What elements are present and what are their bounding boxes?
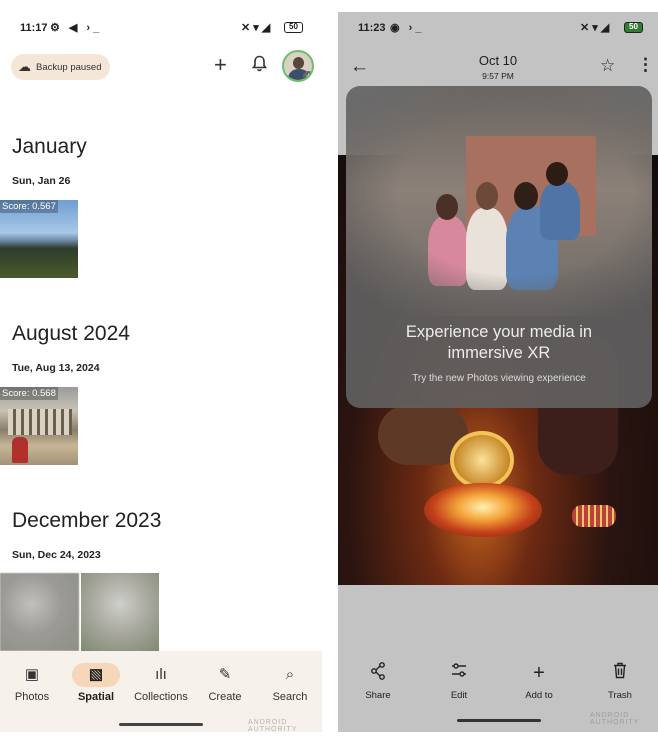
nav-photos-label: Photos [14, 691, 50, 703]
edit-label: Edit [450, 690, 468, 701]
backup-status-label: Backup paused [36, 61, 102, 73]
bangles [572, 505, 616, 527]
edit-button[interactable]: Edit [429, 662, 489, 701]
photo-thumbnail[interactable] [0, 573, 79, 651]
photo-thumbnail[interactable] [81, 573, 159, 651]
cloud-icon: ☁ [18, 59, 31, 74]
trash-button[interactable]: Trash [590, 662, 650, 701]
status-signal-icons: ✕▾◢ [241, 21, 273, 34]
battery-icon: 50 [284, 21, 303, 33]
section-date-january: Sun, Jan 26 [12, 175, 71, 187]
gesture-home-bar[interactable] [457, 719, 541, 722]
status-notification-icons: ◉ ›_ [390, 22, 425, 34]
nav-create-label: Create [208, 691, 242, 703]
share-button[interactable]: Share [348, 662, 408, 701]
nav-search[interactable]: ⌕ Search [258, 663, 322, 703]
status-time: 11:23 [358, 22, 386, 34]
add-to-button[interactable]: + Add to [509, 662, 569, 701]
section-title-august-2024: August 2024 [12, 322, 130, 345]
xr-promo-image [346, 86, 652, 316]
xr-promo-title-line2: immersive XR [447, 344, 551, 362]
status-time: 11:17 [20, 22, 48, 34]
right-phone-screen: 11:23 ◉ ›_ ✕▾◢ 50 ← Oct 10 9:57 PM ☆ ⋮ E… [338, 12, 658, 732]
section-date-december-2023: Sun, Dec 24, 2023 [12, 549, 101, 561]
nav-create[interactable]: ✎ Create [193, 663, 257, 703]
photo-score-label: Score: 0.568 [0, 387, 58, 400]
brush-icon: ✎ [218, 666, 232, 683]
account-avatar[interactable]: + [282, 50, 314, 82]
left-phone-screen: 11:17 ⚙ ◀ ›_ ✕▾◢ 50 ☁ Backup paused + + … [0, 8, 322, 732]
xr-promo-title: Experience your media in immersive XR [346, 322, 652, 364]
plus-icon[interactable]: + [214, 52, 227, 78]
battery-icon: 50 [624, 21, 643, 33]
share-label: Share [365, 690, 391, 701]
plus-icon: + [533, 662, 545, 684]
share-icon [348, 662, 408, 684]
section-date-august-2024: Tue, Aug 13, 2024 [12, 362, 100, 374]
avatar-badge-icon: + [303, 71, 312, 80]
photo-viewer-header: ← Oct 10 9:57 PM ☆ ⋮ [338, 50, 658, 90]
battery-wrap: 50 [284, 21, 303, 33]
status-notification-icons: ⚙ ◀ ›_ [50, 22, 103, 34]
photo-icon: ▣ [24, 666, 40, 683]
bell-icon[interactable] [251, 55, 268, 77]
photo-thumbnail[interactable]: Score: 0.568 [0, 387, 78, 465]
nav-photos[interactable]: ▣ Photos [0, 663, 64, 703]
wifi-icon: ▾ [592, 22, 601, 34]
section-title-january: January [12, 135, 87, 158]
wifi-icon: ▾ [253, 22, 262, 34]
gesture-home-bar[interactable] [119, 723, 203, 726]
star-icon[interactable]: ☆ [600, 56, 615, 76]
watermark: ANDROID AUTHORITY [248, 719, 298, 732]
top-app-bar: ☁ Backup paused + + [0, 50, 322, 88]
search-icon: ⌕ [285, 666, 295, 683]
mute-icon: ✕ [580, 22, 593, 34]
signal-icon: ◢ [261, 22, 274, 34]
nav-spatial-label: Spatial [77, 691, 115, 703]
nav-spatial[interactable]: ▧ Spatial [64, 663, 128, 703]
xr-promo-subtitle: Try the new Photos viewing experience [412, 373, 586, 384]
backup-status-chip[interactable]: ☁ Backup paused [11, 54, 110, 80]
bottom-navigation: ▣ Photos ▧ Spatial ılı Collections ✎ Cre… [0, 651, 322, 732]
spatial-icon: ▧ [72, 663, 120, 687]
edit-icon [429, 662, 489, 684]
nav-search-label: Search [272, 691, 308, 703]
trash-label: Trash [608, 690, 632, 701]
signal-icon: ◢ [600, 22, 613, 34]
photo-action-toolbar: Share Edit + Add to Trash [338, 662, 658, 712]
diya-lamp [450, 431, 514, 489]
collections-icon: ılı [155, 666, 167, 683]
battery-wrap: 50 [624, 21, 643, 33]
section-title-december-2023: December 2023 [12, 509, 162, 532]
xr-promo-title-line1: Experience your media in [405, 323, 593, 341]
photo-thumbnail[interactable]: Score: 0.567 [0, 200, 78, 278]
nav-collections[interactable]: ılı Collections [129, 663, 193, 703]
more-vert-icon[interactable]: ⋮ [637, 55, 654, 75]
photo-score-label: Score: 0.567 [0, 200, 58, 213]
trash-icon [590, 662, 650, 684]
status-signal-icons: ✕▾◢ [580, 21, 612, 34]
add-to-label: Add to [525, 690, 553, 701]
nav-collections-label: Collections [134, 691, 188, 703]
puja-plate [424, 483, 542, 537]
mute-icon: ✕ [241, 22, 254, 34]
xr-promo-card[interactable]: Experience your media in immersive XR Tr… [346, 86, 652, 408]
status-bar: 11:17 ⚙ ◀ ›_ ✕▾◢ 50 [0, 8, 322, 48]
watermark: ANDROID AUTHORITY [590, 712, 640, 726]
